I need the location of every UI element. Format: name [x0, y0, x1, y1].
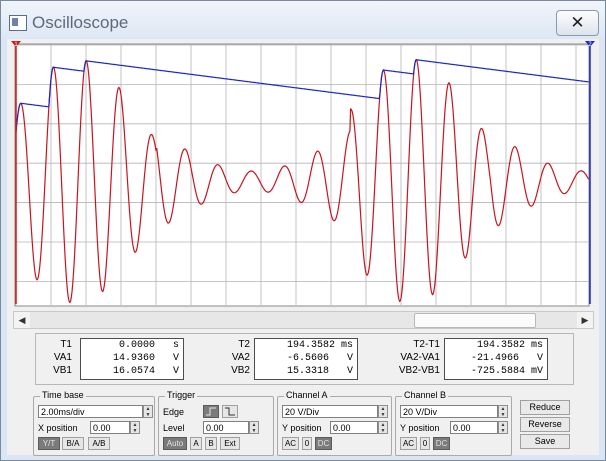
va2-label: VA2: [231, 352, 250, 363]
scroll-left-arrow-icon[interactable]: ◀: [14, 312, 30, 328]
trigger-title: Trigger: [165, 390, 198, 400]
reverse-button[interactable]: Reverse: [520, 417, 570, 432]
mode-yt-button[interactable]: Y/T: [38, 437, 60, 450]
t2-readout-box: 194.3582 ms -6.5606 V 15.3318 V: [254, 338, 358, 380]
scroll-right-arrow-icon[interactable]: ▶: [577, 312, 593, 328]
close-button[interactable]: ✕: [556, 10, 599, 36]
channel-a-dc-button[interactable]: DC: [315, 437, 332, 450]
dva-value: -21.4966 V: [470, 353, 543, 364]
mode-ab-button[interactable]: A/B: [88, 437, 110, 450]
channel-a-scale-spinner[interactable]: ▲ ▼: [378, 405, 388, 418]
vb2-value: 15.3318 V: [286, 366, 353, 377]
delta-readout-box: 194.3582 ms -21.4966 V -725.5884 mV: [444, 338, 548, 380]
x-position-spinner[interactable]: ▲ ▼: [130, 421, 140, 434]
timebase-spinner[interactable]: ▲ ▼: [143, 405, 153, 418]
x-position-field[interactable]: 0.00: [90, 421, 130, 434]
dt-label: T2-T1: [413, 339, 440, 350]
horizontal-scrollbar[interactable]: ◀ ▶: [13, 311, 594, 329]
va1-value: 14.9360 V: [112, 353, 179, 364]
channel-b-ypos-spinner[interactable]: ▲ ▼: [498, 421, 508, 434]
rising-edge-icon[interactable]: [203, 405, 219, 418]
vb2-label: VB2: [231, 365, 250, 376]
dvb-value: -725.5884 mV: [470, 366, 543, 377]
channel-b-zero-button[interactable]: 0: [420, 437, 430, 450]
oscilloscope-app-icon: [9, 15, 27, 31]
channel-a-group: Channel A 20 V/Div ▲ ▼ Y position 0.00 ▲ ▼…: [277, 390, 392, 456]
oscilloscope-window: Oscilloscope ✕ 1 2 ◀ ▶ T1 VA1 VB1 0.00 0 0: [0, 0, 606, 461]
trigger-ext-button[interactable]: Ext: [220, 437, 240, 450]
t1-value: 0.0000 s: [118, 340, 179, 351]
trigger-a-button[interactable]: A: [190, 437, 202, 450]
channel-b-ypos-field[interactable]: 0.00: [450, 421, 498, 434]
t1-label: T1: [60, 339, 72, 350]
window-title: Oscilloscope: [32, 13, 129, 32]
dva-label: VA2-VA1: [400, 352, 440, 363]
trigger-level-field[interactable]: 0.00: [203, 421, 249, 434]
level-label: Level: [163, 423, 185, 433]
channel-b-scale-field[interactable]: 20 V/Div: [400, 405, 498, 418]
screen-background: [14, 43, 590, 307]
trigger-b-button[interactable]: B: [205, 437, 217, 450]
channel-b-title: Channel B: [402, 390, 449, 400]
edge-label: Edge: [163, 407, 185, 417]
va2-value: -6.5606 V: [286, 353, 353, 364]
t2-value: 194.3582 ms: [286, 340, 353, 351]
timebase-scale-field[interactable]: 2.00ms/div: [38, 405, 143, 418]
channel-a-zero-button[interactable]: 0: [302, 437, 312, 450]
t1-readout-box: 0.0000 s 14.9360 V 16.0574 V: [80, 338, 184, 380]
channel-b-ac-button[interactable]: AC: [400, 437, 417, 450]
save-button[interactable]: Save: [520, 434, 570, 449]
mode-ba-button[interactable]: B/A: [62, 437, 84, 450]
falling-edge-icon[interactable]: [222, 405, 238, 418]
title-bar[interactable]: Oscilloscope ✕: [1, 1, 605, 39]
vb1-value: 16.0574 V: [112, 366, 179, 377]
channel-a-ypos-field[interactable]: 0.00: [330, 421, 378, 434]
trigger-group: Trigger Edge Level 0.00 ▲ ▼ Auto A B Ext: [158, 390, 274, 456]
scope-panel: 1 2 ◀ ▶ T1 VA1 VB1 0.0000 s 14.9360 V 16…: [7, 39, 599, 456]
scrollbar-thumb[interactable]: [414, 313, 536, 328]
channel-a-ypos-label: Y position: [282, 423, 322, 433]
scope-display[interactable]: 1 2: [7, 39, 599, 311]
trigger-level-spinner[interactable]: ▲ ▼: [249, 421, 259, 434]
cursor-readout-panel: T1 VA1 VB1 0.0000 s 14.9360 V 16.0574 V …: [35, 333, 574, 385]
vb1-label: VB1: [53, 365, 72, 376]
channel-b-group: Channel B 20 V/Div ▲ ▼ Y position 0.00 ▲ ▼…: [395, 390, 512, 456]
channel-b-scale-spinner[interactable]: ▲ ▼: [498, 405, 508, 418]
channel-b-dc-button[interactable]: DC: [433, 437, 450, 450]
channel-b-ypos-label: Y position: [400, 423, 440, 433]
reduce-button[interactable]: Reduce: [520, 400, 570, 415]
dt-value: 194.3582 ms: [476, 340, 543, 351]
timebase-group: Time base 2.00ms/div ▲ ▼ X position 0.00 …: [33, 390, 155, 456]
va1-label: VA1: [53, 352, 72, 363]
trigger-auto-button[interactable]: Auto: [163, 437, 187, 450]
channel-a-ypos-spinner[interactable]: ▲ ▼: [378, 421, 388, 434]
timebase-title: Time base: [40, 390, 86, 400]
t2-label: T2: [238, 339, 250, 350]
x-position-label: X position: [38, 423, 78, 433]
channel-a-ac-button[interactable]: AC: [282, 437, 299, 450]
dvb-label: VB2-VB1: [398, 365, 440, 376]
channel-a-title: Channel A: [284, 390, 330, 400]
channel-a-scale-field[interactable]: 20 V/Div: [282, 405, 378, 418]
